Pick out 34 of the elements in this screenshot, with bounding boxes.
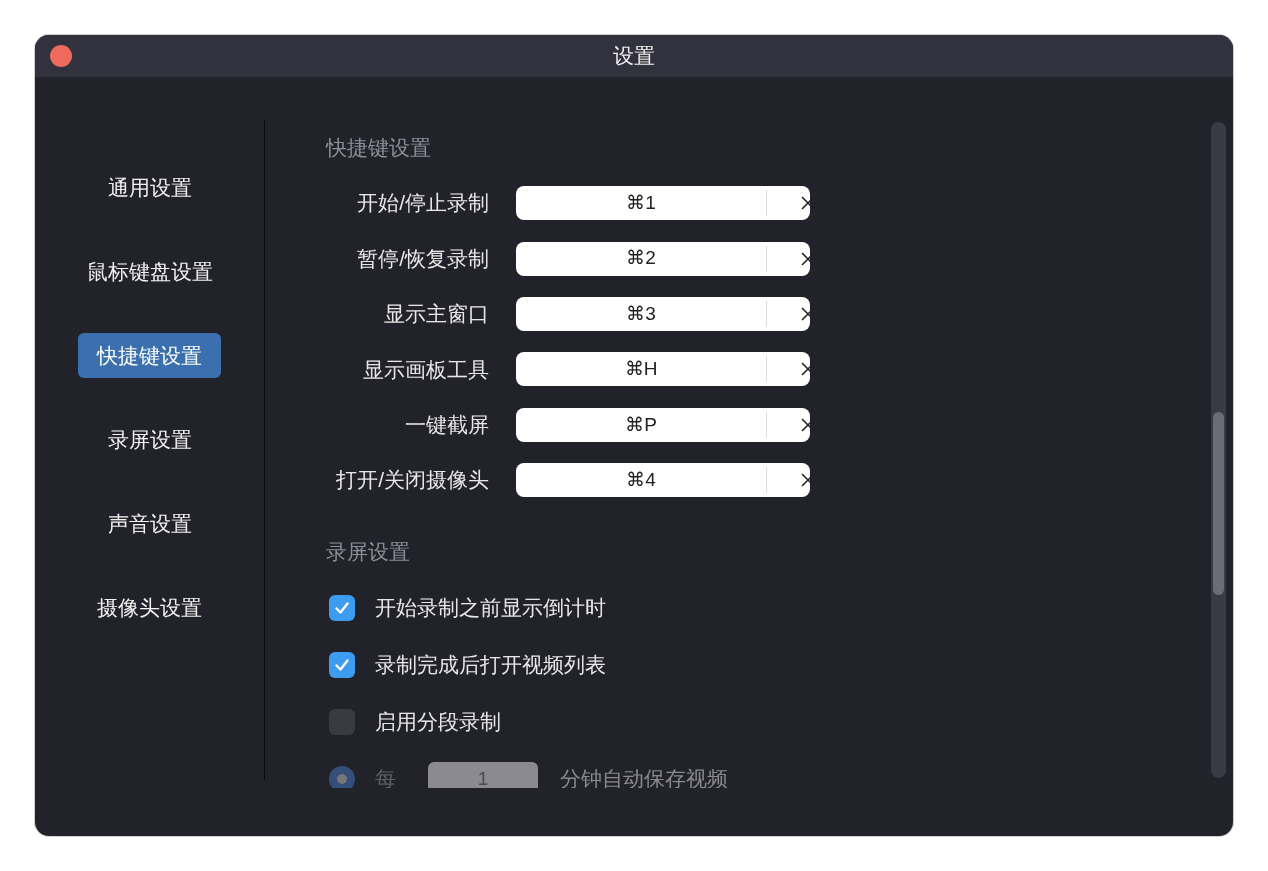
sidebar-item[interactable]: 通用设置 bbox=[88, 165, 211, 210]
checkbox[interactable] bbox=[329, 708, 355, 735]
checkbox[interactable] bbox=[329, 594, 355, 621]
checkmark-icon bbox=[334, 656, 350, 673]
checkmark-icon bbox=[334, 599, 350, 616]
section-heading: 录屏设置 bbox=[326, 539, 411, 564]
window-title: 设置 bbox=[613, 43, 655, 70]
shortcut-label: 暂停/恢复录制 bbox=[356, 245, 489, 272]
shortcut-label: 一键截屏 bbox=[404, 412, 489, 438]
checkbox-label: 录制完成后打开视频列表 bbox=[375, 652, 606, 679]
clear-icon[interactable] bbox=[801, 251, 815, 266]
close-button[interactable] bbox=[50, 45, 72, 67]
shortcut-label: 开始/停止录制 bbox=[356, 190, 489, 217]
minutes-field: 1 bbox=[428, 761, 538, 788]
shortcut-label: 显示画板工具 bbox=[362, 356, 489, 383]
checkbox[interactable] bbox=[329, 651, 355, 678]
checkbox-label: 启用分段录制 bbox=[375, 709, 501, 736]
sidebar-item[interactable]: 录屏设置 bbox=[88, 417, 211, 462]
sidebar-item[interactable]: 声音设置 bbox=[88, 501, 211, 546]
shortcut-label: 打开/关闭摄像头 bbox=[335, 467, 489, 494]
shortcut-label: 显示主窗口 bbox=[383, 301, 489, 328]
clear-icon[interactable] bbox=[801, 196, 815, 211]
clear-icon[interactable] bbox=[801, 362, 815, 377]
scrollbar[interactable] bbox=[1211, 122, 1226, 778]
sidebar-item[interactable]: 摄像头设置 bbox=[78, 585, 221, 630]
section-heading: 快捷键设置 bbox=[326, 136, 432, 160]
clear-icon[interactable] bbox=[801, 417, 815, 432]
clear-icon[interactable] bbox=[801, 473, 815, 488]
sidebar-item[interactable]: 快捷键设置 bbox=[78, 333, 221, 378]
checkbox-label: 开始录制之前显示倒计时 bbox=[375, 595, 606, 622]
sidebar-item[interactable]: 鼠标键盘设置 bbox=[67, 249, 232, 294]
scrollbar-thumb[interactable] bbox=[1213, 412, 1224, 595]
radio-label: 每 bbox=[375, 766, 396, 788]
clear-icon[interactable] bbox=[801, 306, 815, 321]
